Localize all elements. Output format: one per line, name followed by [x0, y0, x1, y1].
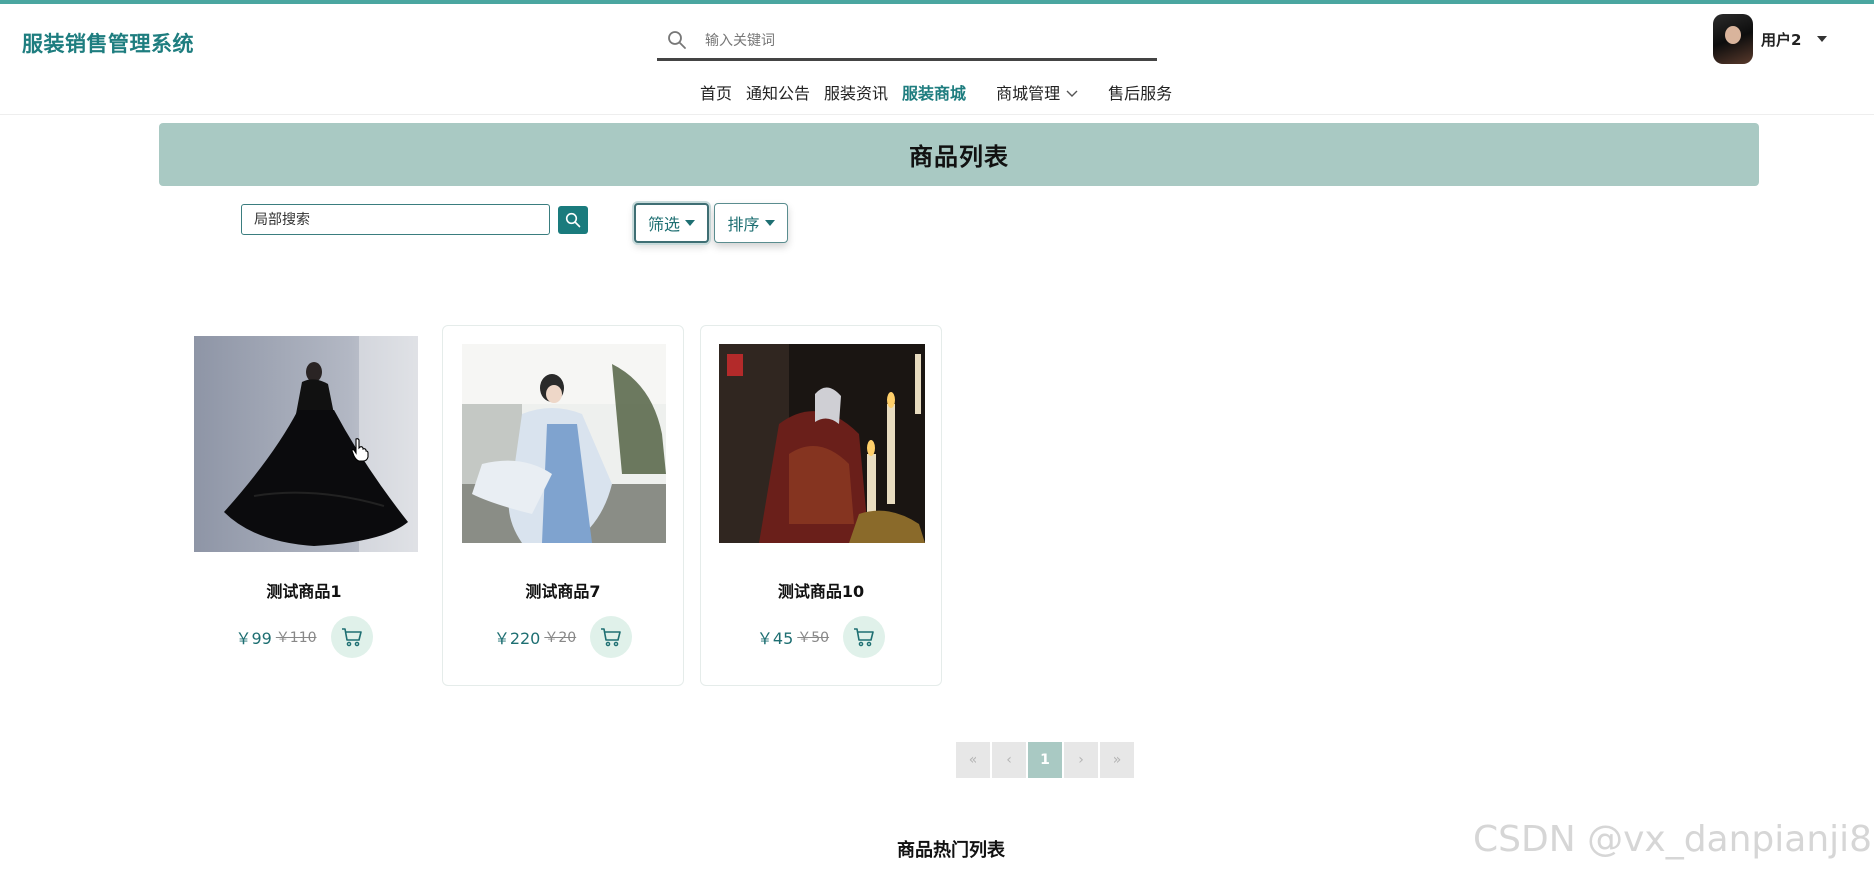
- sort-label: 排序: [727, 215, 760, 234]
- caret-down-icon: [764, 220, 775, 226]
- page-title: 商品列表: [909, 143, 1009, 171]
- nav-item-mall[interactable]: 服装商城: [902, 80, 966, 104]
- nav-item-news[interactable]: 服装资讯: [824, 80, 888, 104]
- product-price: ￥220: [493, 629, 541, 648]
- header: 服装销售管理系统 用户2 首页 通知公告 服装资讯 服装商城 商城管理 售后服务: [0, 4, 1874, 115]
- price-row: ￥99 ￥110: [184, 616, 424, 658]
- nav-item-mall-management[interactable]: 商城管理: [996, 80, 1078, 104]
- watermark: CSDN @vx_danpianji889: [1473, 819, 1874, 860]
- product-card[interactable]: 测试商品7 ￥220 ￥20: [442, 325, 684, 686]
- product-card[interactable]: 测试商品1 ￥99 ￥110: [183, 325, 425, 686]
- sort-dropdown-button[interactable]: 排序: [714, 203, 788, 243]
- caret-down-icon: [685, 220, 695, 226]
- local-search-box: [241, 204, 550, 235]
- product-old-price: ￥20: [544, 630, 577, 646]
- product-name[interactable]: 测试商品1: [184, 578, 424, 602]
- user-menu[interactable]: 用户2: [1713, 14, 1828, 64]
- chevron-down-icon: [1066, 83, 1078, 102]
- product-price: ￥45: [756, 629, 794, 648]
- global-search-input[interactable]: [705, 28, 1135, 54]
- local-search-input[interactable]: [242, 205, 549, 234]
- search-icon[interactable]: [667, 30, 687, 54]
- pagination: « ‹ 1 › »: [956, 742, 1136, 778]
- search-icon: [565, 212, 581, 228]
- add-to-cart-button[interactable]: [843, 616, 886, 658]
- price-row: ￥220 ￥20: [443, 616, 683, 658]
- pagination-last-button[interactable]: »: [1100, 742, 1134, 778]
- pagination-next-button[interactable]: ›: [1064, 742, 1098, 778]
- product-image[interactable]: [462, 344, 666, 543]
- main-nav: 首页 通知公告 服装资讯 服装商城 商城管理 售后服务: [700, 78, 1186, 106]
- product-image[interactable]: [719, 344, 925, 543]
- app-logo-title[interactable]: 服装销售管理系统: [22, 28, 194, 58]
- product-price: ￥99: [235, 629, 272, 648]
- filter-dropdown-button[interactable]: 筛选: [634, 203, 709, 243]
- nav-item-mall-management-label: 商城管理: [996, 84, 1061, 103]
- page-title-banner: 商品列表: [159, 123, 1759, 186]
- local-search-button[interactable]: [558, 206, 588, 234]
- add-to-cart-button[interactable]: [330, 616, 373, 658]
- global-search: [657, 22, 1157, 61]
- nav-item-home[interactable]: 首页: [700, 80, 732, 104]
- product-old-price: ￥110: [275, 630, 317, 646]
- product-name[interactable]: 测试商品7: [443, 578, 683, 602]
- add-to-cart-button[interactable]: [590, 616, 633, 658]
- price-row: ￥45 ￥50: [701, 616, 941, 658]
- pagination-current-page[interactable]: 1: [1028, 742, 1062, 778]
- pagination-prev-button[interactable]: ‹: [992, 742, 1026, 778]
- caret-down-icon[interactable]: [1817, 36, 1828, 42]
- product-name[interactable]: 测试商品10: [701, 578, 941, 602]
- filter-label: 筛选: [647, 215, 680, 234]
- product-card[interactable]: 测试商品10 ￥45 ￥50: [700, 325, 942, 686]
- product-image[interactable]: [194, 336, 418, 552]
- pagination-first-button[interactable]: «: [956, 742, 990, 778]
- cart-icon: [341, 628, 362, 647]
- product-old-price: ￥50: [797, 630, 830, 646]
- avatar[interactable]: [1713, 14, 1753, 64]
- cart-icon: [854, 628, 874, 647]
- hot-list-title: 商品热门列表: [897, 840, 1005, 861]
- user-name[interactable]: 用户2: [1761, 29, 1801, 50]
- cart-icon: [601, 628, 621, 647]
- hand-cursor-icon: [351, 438, 369, 466]
- nav-item-after-sales[interactable]: 售后服务: [1108, 80, 1172, 104]
- nav-item-notices[interactable]: 通知公告: [746, 80, 810, 104]
